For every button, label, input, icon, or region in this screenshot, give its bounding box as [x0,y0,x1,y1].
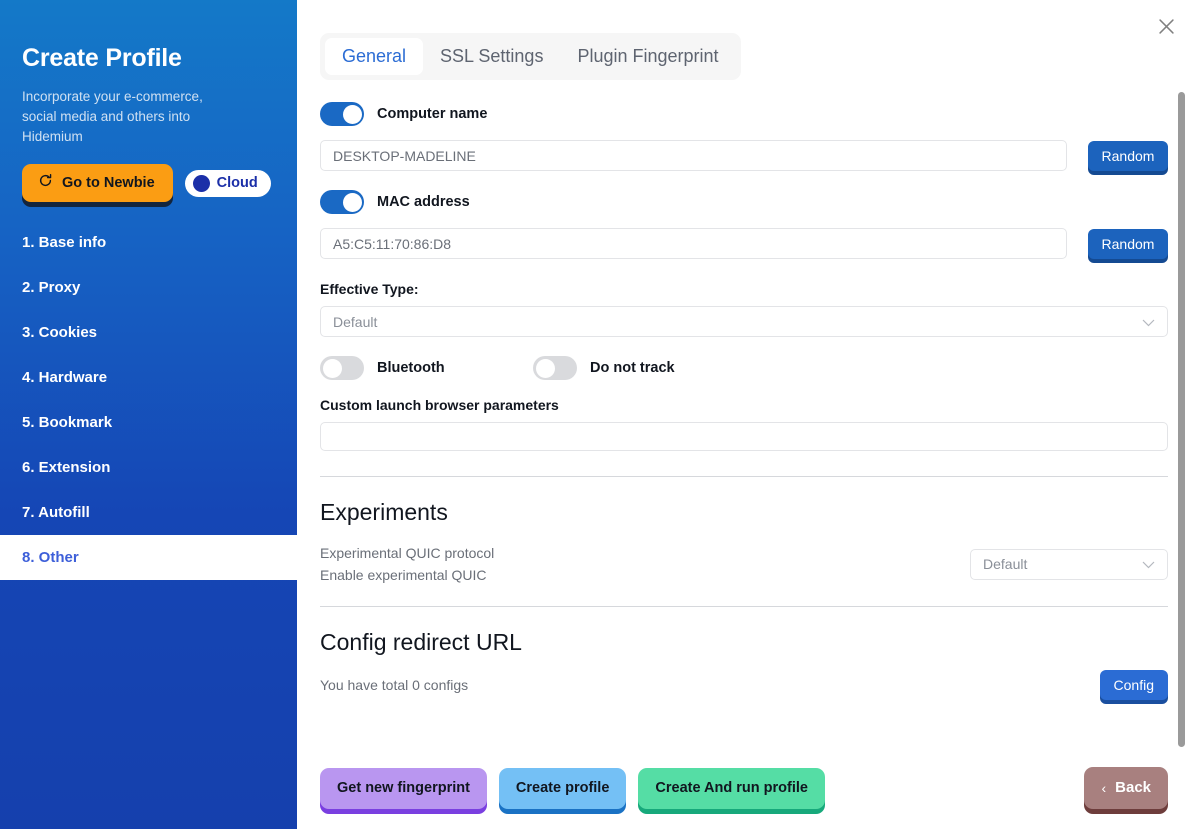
scrollbar-thumb[interactable] [1178,92,1185,747]
computer-name-label: Computer name [377,106,488,122]
mac-address-input[interactable] [320,228,1067,259]
mac-address-random-button[interactable]: Random [1088,228,1168,259]
refresh-icon [38,173,53,192]
mac-address-field-row: Random [320,228,1168,259]
sidebar: Create Profile Incorporate your e-commer… [0,0,297,829]
back-button[interactable]: ‹ Back [1084,767,1168,809]
mac-address-toggle[interactable] [320,190,364,214]
get-new-fingerprint-button[interactable]: Get new fingerprint [320,767,487,809]
sidebar-item-extension[interactable]: 6. Extension [0,445,297,490]
content-scrollbar[interactable] [1178,92,1185,752]
sidebar-item-proxy[interactable]: 2. Proxy [0,265,297,310]
tab-general[interactable]: General [325,38,424,75]
chevron-left-icon: ‹ [1101,779,1107,796]
computer-name-toggle-row: Computer name [320,100,1168,128]
computer-name-toggle[interactable] [320,102,364,126]
cloud-label: Cloud [216,175,258,191]
chevron-down-icon [1142,314,1155,330]
bluetooth-toggle-group: Bluetooth [320,356,533,380]
sidebar-item-other[interactable]: 8. Other [0,535,297,580]
config-button[interactable]: Config [1099,670,1168,700]
computer-name-random-button[interactable]: Random [1088,140,1168,171]
computer-name-input[interactable] [320,140,1067,171]
general-tab-content: Computer name Random MAC address Random … [297,92,1194,829]
effective-type-value: Default [333,313,378,330]
computer-name-field-row: Random [320,140,1168,171]
tab-bar: General SSL Settings Plugin Fingerprint [320,33,741,80]
page-subtitle: Incorporate your e-commerce, social medi… [22,89,203,144]
quic-line-1: Experimental QUIC protocol [320,545,495,561]
config-count-note: You have total 0 configs [320,677,469,693]
close-icon[interactable] [1154,14,1178,38]
create-profile-dialog: Create Profile Incorporate your e-commer… [0,0,1194,829]
do-not-track-toggle[interactable] [533,356,577,380]
sidebar-item-cookies[interactable]: 3. Cookies [0,310,297,355]
misc-toggles-row: Bluetooth Do not track [320,356,1168,380]
quic-description: Experimental QUIC protocol Enable experi… [320,542,494,586]
mac-address-toggle-row: MAC address [320,188,1168,216]
go-to-newbie-label: Go to Newbie [62,174,155,191]
quic-select[interactable]: Default [970,548,1168,580]
sidebar-nav: 1. Base info 2. Proxy 3. Cookies 4. Hard… [0,220,297,580]
effective-type-select[interactable]: Default [320,306,1168,337]
sidebar-item-base-info[interactable]: 1. Base info [0,220,297,265]
do-not-track-label: Do not track [590,360,675,376]
quic-line-2: Enable experimental QUIC [320,567,487,583]
footer-primary-actions: Get new fingerprint Create profile Creat… [320,767,825,809]
sidebar-item-hardware[interactable]: 4. Hardware [0,355,297,400]
custom-params-input[interactable] [320,422,1168,451]
toggle-knob [342,104,362,124]
config-redirect-title: Config redirect URL [320,629,522,655]
quic-value: Default [983,556,1028,572]
sidebar-item-autofill[interactable]: 7. Autofill [0,490,297,535]
toggle-knob [322,358,342,378]
page-title: Create Profile [22,44,182,72]
experiments-title: Experiments [320,499,448,525]
tab-ssl-settings[interactable]: SSL Settings [423,38,560,75]
create-profile-button[interactable]: Create profile [498,767,627,809]
quic-row: Experimental QUIC protocol Enable experi… [320,542,1168,586]
do-not-track-toggle-group: Do not track [533,356,675,380]
back-label: Back [1115,779,1151,796]
go-to-newbie-button[interactable]: Go to Newbie [22,164,173,202]
cloud-badge[interactable]: Cloud [184,169,271,197]
divider-experiments [320,476,1168,477]
effective-type-label: Effective Type: [320,281,419,297]
cloud-dot-icon [192,174,210,192]
config-redirect-row: You have total 0 configs Config [320,670,1168,700]
sidebar-actions: Go to Newbie Cloud [0,147,297,202]
toggle-knob [342,192,362,212]
footer-actions: Get new fingerprint Create profile Creat… [320,767,1168,809]
toggle-knob [535,358,555,378]
bluetooth-toggle[interactable] [320,356,364,380]
sidebar-item-bookmark[interactable]: 5. Bookmark [0,400,297,445]
create-and-run-profile-button[interactable]: Create And run profile [638,767,825,809]
chevron-down-icon [1142,556,1155,572]
bluetooth-label: Bluetooth [377,360,445,376]
mac-address-label: MAC address [377,194,470,210]
tab-plugin-fingerprint[interactable]: Plugin Fingerprint [560,38,735,75]
main-panel: General SSL Settings Plugin Fingerprint … [297,0,1194,829]
divider-config [320,606,1168,607]
custom-params-label: Custom launch browser parameters [320,397,559,413]
